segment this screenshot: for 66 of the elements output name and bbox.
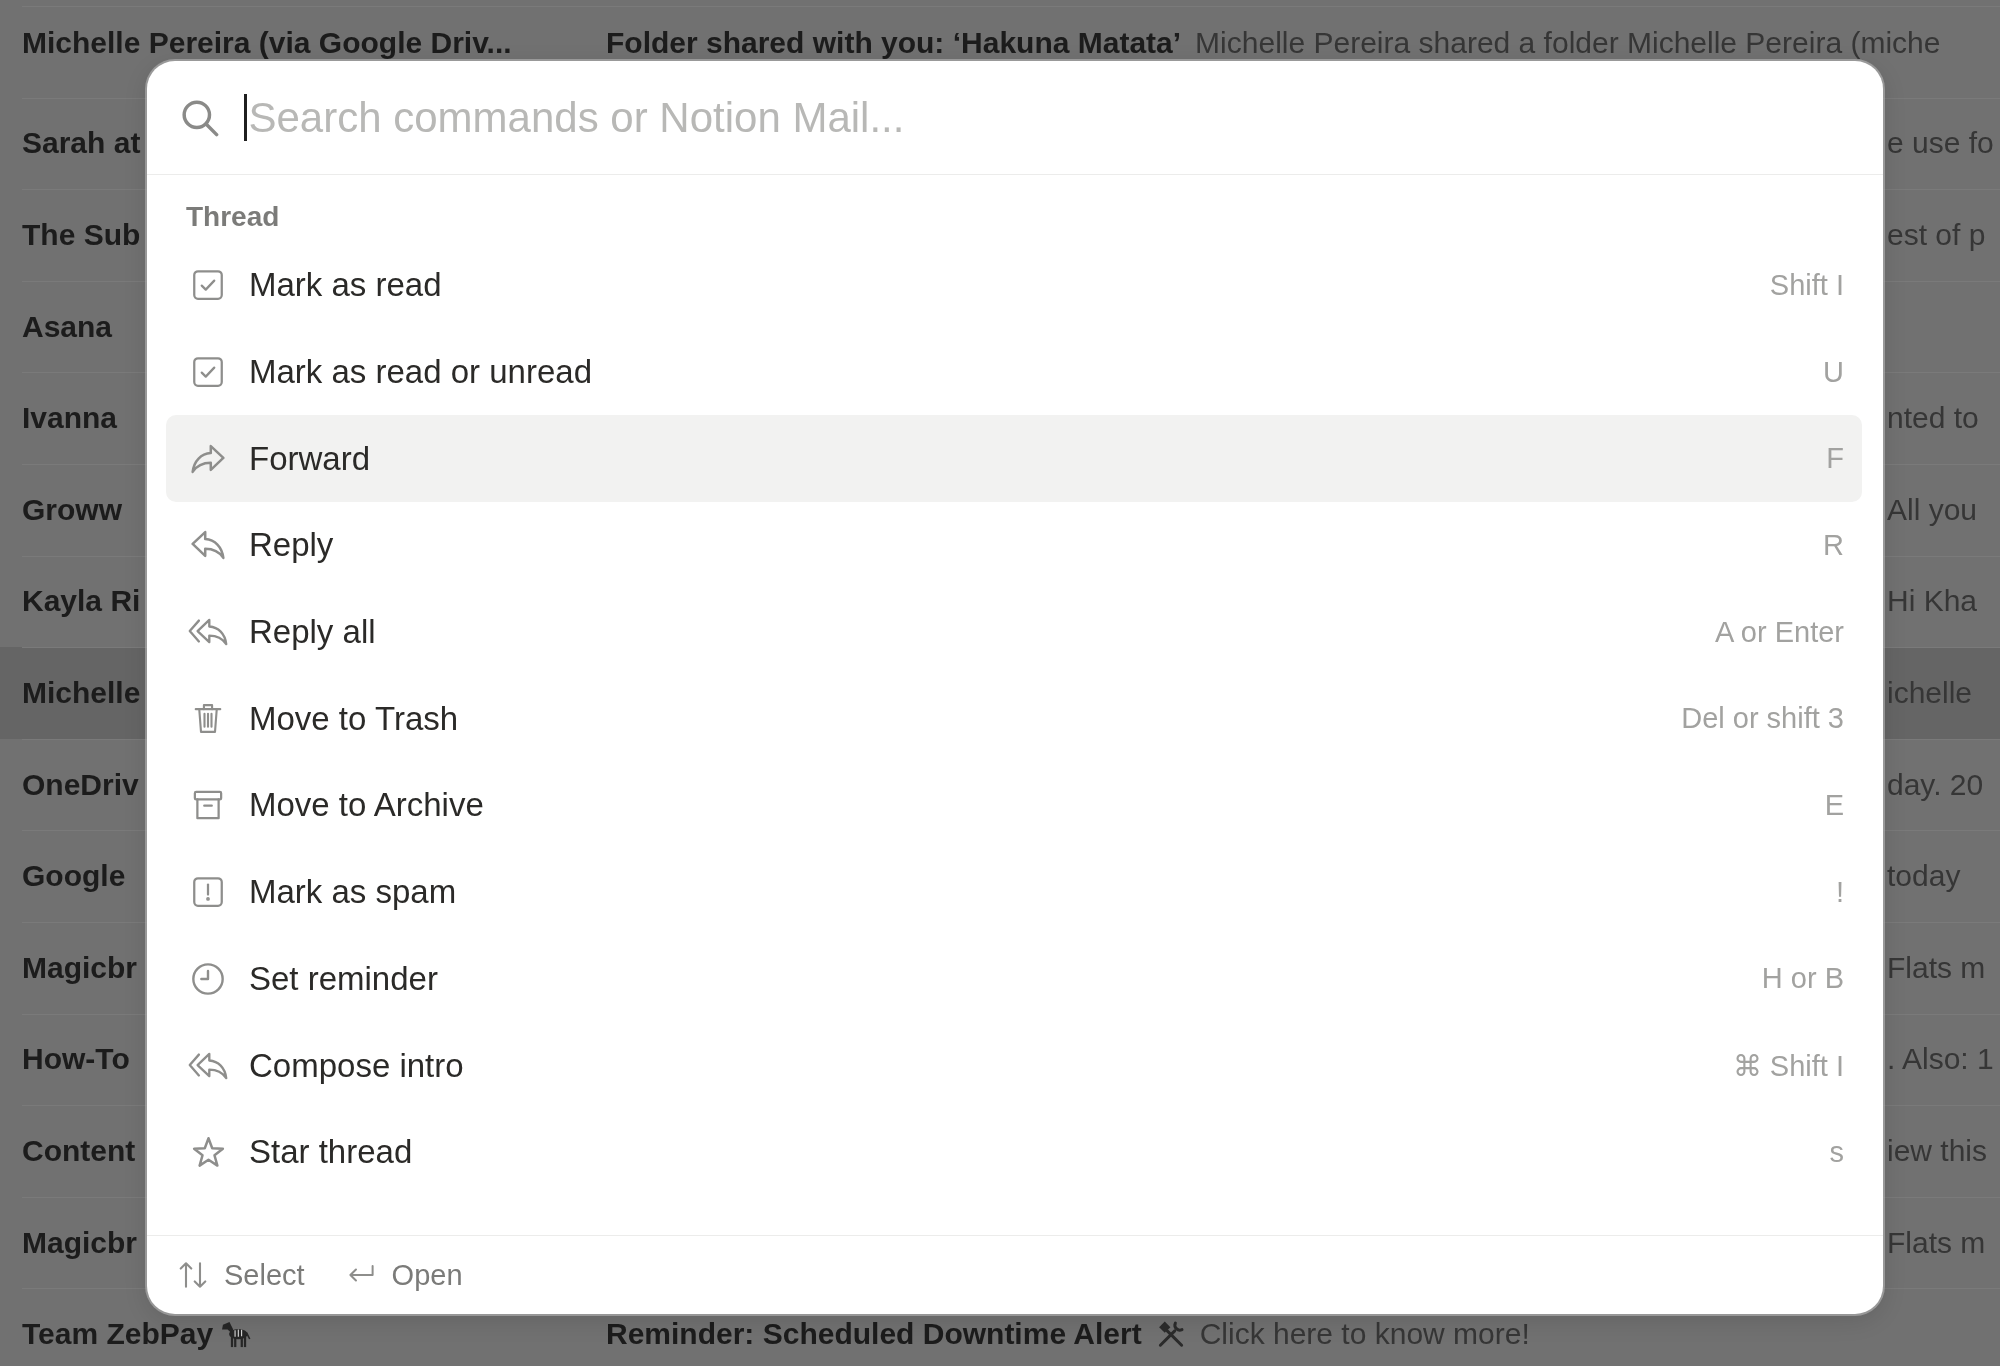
reply-all-arrow-icon bbox=[188, 618, 228, 647]
email-preview: e use fo bbox=[1887, 126, 1995, 161]
keyboard-shortcut: ⌘ Shift I bbox=[1732, 1048, 1844, 1083]
alert-square-icon bbox=[193, 877, 223, 908]
email-preview: Flats m bbox=[1887, 1225, 1987, 1260]
sender-name: How-To bbox=[22, 1042, 130, 1077]
keyboard-shortcut: H or B bbox=[1761, 962, 1844, 996]
email-preview: today bbox=[1887, 859, 1962, 894]
sender-name: Google bbox=[22, 859, 126, 894]
command-item[interactable]: Forward F bbox=[166, 415, 1862, 503]
search-icon bbox=[181, 98, 219, 137]
email-preview: iew this bbox=[1887, 1133, 1989, 1168]
sender-name: Asana bbox=[22, 309, 113, 344]
sender-name: Content bbox=[22, 1133, 136, 1168]
keyboard-shortcut: U bbox=[1823, 355, 1844, 389]
email-preview: Flats m bbox=[1887, 950, 1987, 985]
check-square-icon bbox=[193, 270, 223, 301]
reply-arrow-icon bbox=[191, 530, 225, 561]
command-item[interactable]: Mark as read or unread U bbox=[166, 328, 1862, 416]
keyboard-shortcut: E bbox=[1824, 788, 1844, 822]
archive-box-icon bbox=[193, 790, 223, 821]
email-preview: Click here to know more! bbox=[1199, 1317, 1530, 1351]
email-preview: est of p bbox=[1887, 218, 1987, 252]
email-subject: Folder shared with you: ‘Hakuna Matata’ bbox=[606, 26, 1182, 60]
clock-icon bbox=[192, 962, 224, 995]
command-item[interactable]: Move to Trash Del or shift 3 bbox=[166, 675, 1862, 763]
command-item[interactable]: Set reminder H or B bbox=[166, 935, 1862, 1023]
email-preview: day. 20 bbox=[1887, 767, 1985, 802]
sender-name: Michelle Pereira (via Google Driv... bbox=[22, 26, 512, 60]
sender-name: The Sub bbox=[22, 218, 141, 252]
keyboard-shortcut: R bbox=[1823, 528, 1844, 562]
sender-name: OneDriv bbox=[22, 767, 139, 802]
email-preview: Michelle Pereira shared a folder Michelle Pereira (miche bbox=[1195, 26, 1941, 60]
keyboard-shortcut: s bbox=[1829, 1135, 1844, 1169]
up-down-arrows-icon bbox=[179, 1262, 207, 1288]
check-square-icon bbox=[193, 357, 223, 388]
keyboard-shortcut: ! bbox=[1835, 875, 1844, 909]
sender-name: Ivanna bbox=[22, 401, 118, 436]
email-preview: All you bbox=[1887, 492, 1979, 527]
sender-name: Sarah at bbox=[22, 126, 141, 161]
trash-icon bbox=[194, 703, 222, 735]
command-item[interactable]: Reply all A or Enter bbox=[166, 588, 1862, 676]
sender-name: Magicbr bbox=[22, 1225, 138, 1260]
command-item[interactable]: Compose intro ⌘ Shift I bbox=[166, 1022, 1862, 1109]
sender-name: Michelle bbox=[22, 675, 141, 710]
sender-name: Kayla Ri bbox=[22, 584, 141, 619]
command-item[interactable]: Star thread s bbox=[166, 1108, 1862, 1196]
sender-name: Groww bbox=[22, 492, 122, 527]
email-subject: Reminder: Scheduled Downtime Alert bbox=[606, 1317, 1142, 1351]
command-item[interactable]: Reply R bbox=[166, 502, 1862, 589]
keyboard-shortcut: A or Enter bbox=[1715, 615, 1844, 649]
forward-arrow-icon bbox=[191, 443, 225, 474]
sender-name: Magicbr bbox=[22, 950, 138, 985]
star-icon bbox=[191, 1136, 225, 1169]
command-item[interactable]: Move to Archive E bbox=[166, 762, 1862, 849]
email-preview: nted to bbox=[1887, 401, 1980, 436]
sender-name: Team ZebPay bbox=[22, 1317, 214, 1351]
keyboard-shortcut: Shift I bbox=[1769, 268, 1844, 302]
keyboard-shortcut: F bbox=[1826, 442, 1844, 476]
email-preview: . Also: 1 bbox=[1887, 1042, 1995, 1077]
keyboard-shortcut: Del or shift 3 bbox=[1681, 702, 1844, 736]
command-item[interactable]: Mark as read Shift I bbox=[166, 242, 1862, 329]
section-heading: Thread bbox=[185, 200, 280, 234]
command-item[interactable]: Mark as spam ! bbox=[166, 848, 1862, 936]
reply-all-arrow-icon bbox=[188, 1051, 228, 1080]
email-preview: Hi Kha bbox=[1887, 584, 1979, 619]
